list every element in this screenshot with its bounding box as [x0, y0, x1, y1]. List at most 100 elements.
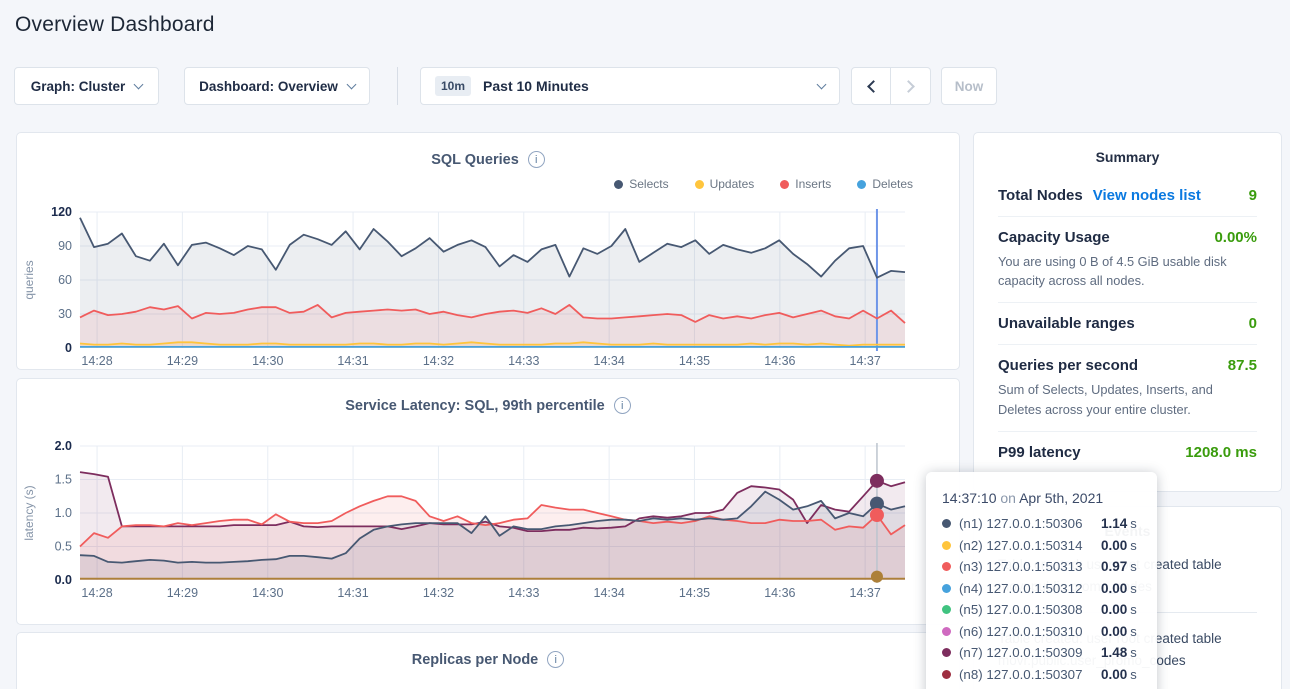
summary-title: Summary [998, 149, 1257, 165]
summary-metric-value: 1208.0 ms [1185, 444, 1257, 461]
tooltip-node-row: (n4) 127.0.0.1:503120.00s [942, 578, 1141, 600]
svg-text:14:30: 14:30 [252, 354, 283, 368]
svg-text:0.5: 0.5 [55, 540, 72, 554]
tooltip-latency-unit: s [1130, 559, 1137, 574]
summary-metric-label: P99 latency [998, 444, 1081, 461]
tooltip-latency-unit: s [1130, 516, 1137, 531]
graph-selector-dropdown[interactable]: Graph: Cluster [14, 67, 159, 105]
sql-queries-chart[interactable]: 14:2814:2914:3014:3114:3214:3314:3414:35… [17, 207, 959, 371]
summary-metric-value: 9 [1249, 187, 1257, 204]
tooltip-node-latency: 0.97 [1101, 559, 1127, 574]
series-color-dot-icon [942, 562, 951, 571]
tooltip-node-latency: 0.00 [1101, 667, 1127, 682]
time-nav-buttons [851, 67, 931, 105]
legend-item-updates[interactable]: Updates [695, 177, 755, 191]
legend-dot-icon [695, 180, 704, 189]
time-range-badge: 10m [435, 76, 471, 96]
svg-text:60: 60 [58, 273, 72, 287]
svg-text:14:34: 14:34 [594, 354, 625, 368]
chart-title: Replicas per Node [412, 652, 539, 668]
tooltip-node-latency: 0.00 [1101, 581, 1127, 596]
info-icon[interactable]: i [614, 397, 631, 414]
summary-row: Total Nodes View nodes list 9 [998, 175, 1257, 217]
tooltip-node-address: (n7) 127.0.0.1:50309 [959, 645, 1101, 660]
tooltip-node-row: (n6) 127.0.0.1:503100.00s [942, 621, 1141, 643]
svg-text:14:30: 14:30 [252, 586, 283, 600]
tooltip-node-address: (n2) 127.0.0.1:50314 [959, 538, 1101, 553]
svg-text:1.0: 1.0 [55, 506, 72, 520]
legend-dot-icon [780, 180, 789, 189]
prev-range-button[interactable] [851, 67, 891, 105]
dashboard-selector-label: Dashboard: Overview [199, 79, 338, 94]
info-icon[interactable]: i [528, 151, 545, 168]
svg-text:14:37: 14:37 [850, 354, 881, 368]
summary-metric-label: Queries per second [998, 357, 1138, 374]
info-icon[interactable]: i [547, 651, 564, 668]
summary-row: Capacity Usage0.00%You are using 0 B of … [998, 217, 1257, 303]
series-color-dot-icon [942, 648, 951, 657]
legend-item-inserts[interactable]: Inserts [780, 177, 831, 191]
page-title: Overview Dashboard [15, 13, 215, 37]
svg-text:2.0: 2.0 [55, 441, 72, 453]
svg-text:120: 120 [51, 207, 72, 219]
tooltip-node-address: (n6) 127.0.0.1:50310 [959, 624, 1101, 639]
series-color-dot-icon [942, 519, 951, 528]
tooltip-node-latency: 1.48 [1101, 645, 1127, 660]
svg-text:latency (s): latency (s) [22, 485, 36, 540]
summary-metric-label: Capacity Usage [998, 229, 1110, 246]
dashboard-selector-dropdown[interactable]: Dashboard: Overview [184, 67, 370, 105]
tooltip-node-address: (n3) 127.0.0.1:50313 [959, 559, 1101, 574]
svg-text:14:34: 14:34 [594, 586, 625, 600]
svg-text:14:32: 14:32 [423, 586, 454, 600]
tooltip-timestamp: 14:37:10 on Apr 5th, 2021 [942, 490, 1141, 506]
summary-metric-value: 0 [1249, 315, 1257, 332]
sql-queries-panel: SQL Queries i SelectsUpdatesInsertsDelet… [16, 132, 960, 370]
svg-text:14:29: 14:29 [167, 586, 198, 600]
graph-selector-label: Graph: Cluster [31, 79, 126, 94]
legend-dot-icon [857, 180, 866, 189]
chart-legend: Selects Updates Inserts Deletes [614, 177, 913, 191]
tooltip-node-latency: 0.00 [1101, 538, 1127, 553]
series-color-dot-icon [942, 670, 951, 679]
legend-label: Selects [629, 177, 668, 191]
summary-metric-label: Total Nodes [998, 187, 1083, 204]
svg-text:14:31: 14:31 [337, 586, 368, 600]
summary-row: Unavailable ranges0 [998, 303, 1257, 345]
legend-label: Updates [710, 177, 755, 191]
legend-label: Inserts [795, 177, 831, 191]
summary-row: Queries per second87.5Sum of Selects, Up… [998, 345, 1257, 431]
svg-text:14:36: 14:36 [764, 586, 795, 600]
svg-text:0: 0 [65, 341, 72, 355]
legend-label: Deletes [872, 177, 913, 191]
legend-item-selects[interactable]: Selects [614, 177, 668, 191]
tooltip-latency-unit: s [1130, 581, 1137, 596]
chevron-down-icon [134, 80, 144, 90]
replicas-per-node-panel: Replicas per Node i [16, 632, 960, 689]
summary-panel: Summary Total Nodes View nodes list 9 Capac… [973, 132, 1282, 492]
legend-item-deletes[interactable]: Deletes [857, 177, 913, 191]
time-range-dropdown[interactable]: 10m Past 10 Minutes [420, 67, 840, 105]
chevron-down-icon [817, 80, 827, 90]
tooltip-node-latency: 0.00 [1101, 602, 1127, 617]
toolbar-divider [397, 67, 398, 105]
now-button[interactable]: Now [941, 67, 997, 105]
view-nodes-list-link[interactable]: View nodes list [1093, 187, 1201, 204]
legend-dot-icon [614, 180, 623, 189]
tooltip-node-row: (n9) 127.0.0.1:503110.00s [942, 685, 1141, 689]
next-range-button[interactable] [891, 67, 931, 105]
series-color-dot-icon [942, 584, 951, 593]
svg-text:14:31: 14:31 [337, 354, 368, 368]
tooltip-node-address: (n5) 127.0.0.1:50308 [959, 602, 1101, 617]
svg-text:14:28: 14:28 [81, 354, 112, 368]
series-color-dot-icon [942, 605, 951, 614]
service-latency-panel: Service Latency: SQL, 99th percentile i … [16, 378, 960, 625]
service-latency-chart[interactable]: 14:2814:2914:3014:3114:3214:3314:3414:35… [17, 441, 959, 605]
chevron-down-icon [346, 80, 356, 90]
svg-text:14:33: 14:33 [508, 586, 539, 600]
svg-text:90: 90 [58, 239, 72, 253]
tooltip-latency-unit: s [1130, 602, 1137, 617]
series-color-dot-icon [942, 541, 951, 550]
summary-metric-value: 0.00% [1214, 229, 1257, 246]
chart-hover-tooltip: 14:37:10 on Apr 5th, 2021 (n1) 127.0.0.1… [926, 472, 1157, 689]
series-color-dot-icon [942, 627, 951, 636]
